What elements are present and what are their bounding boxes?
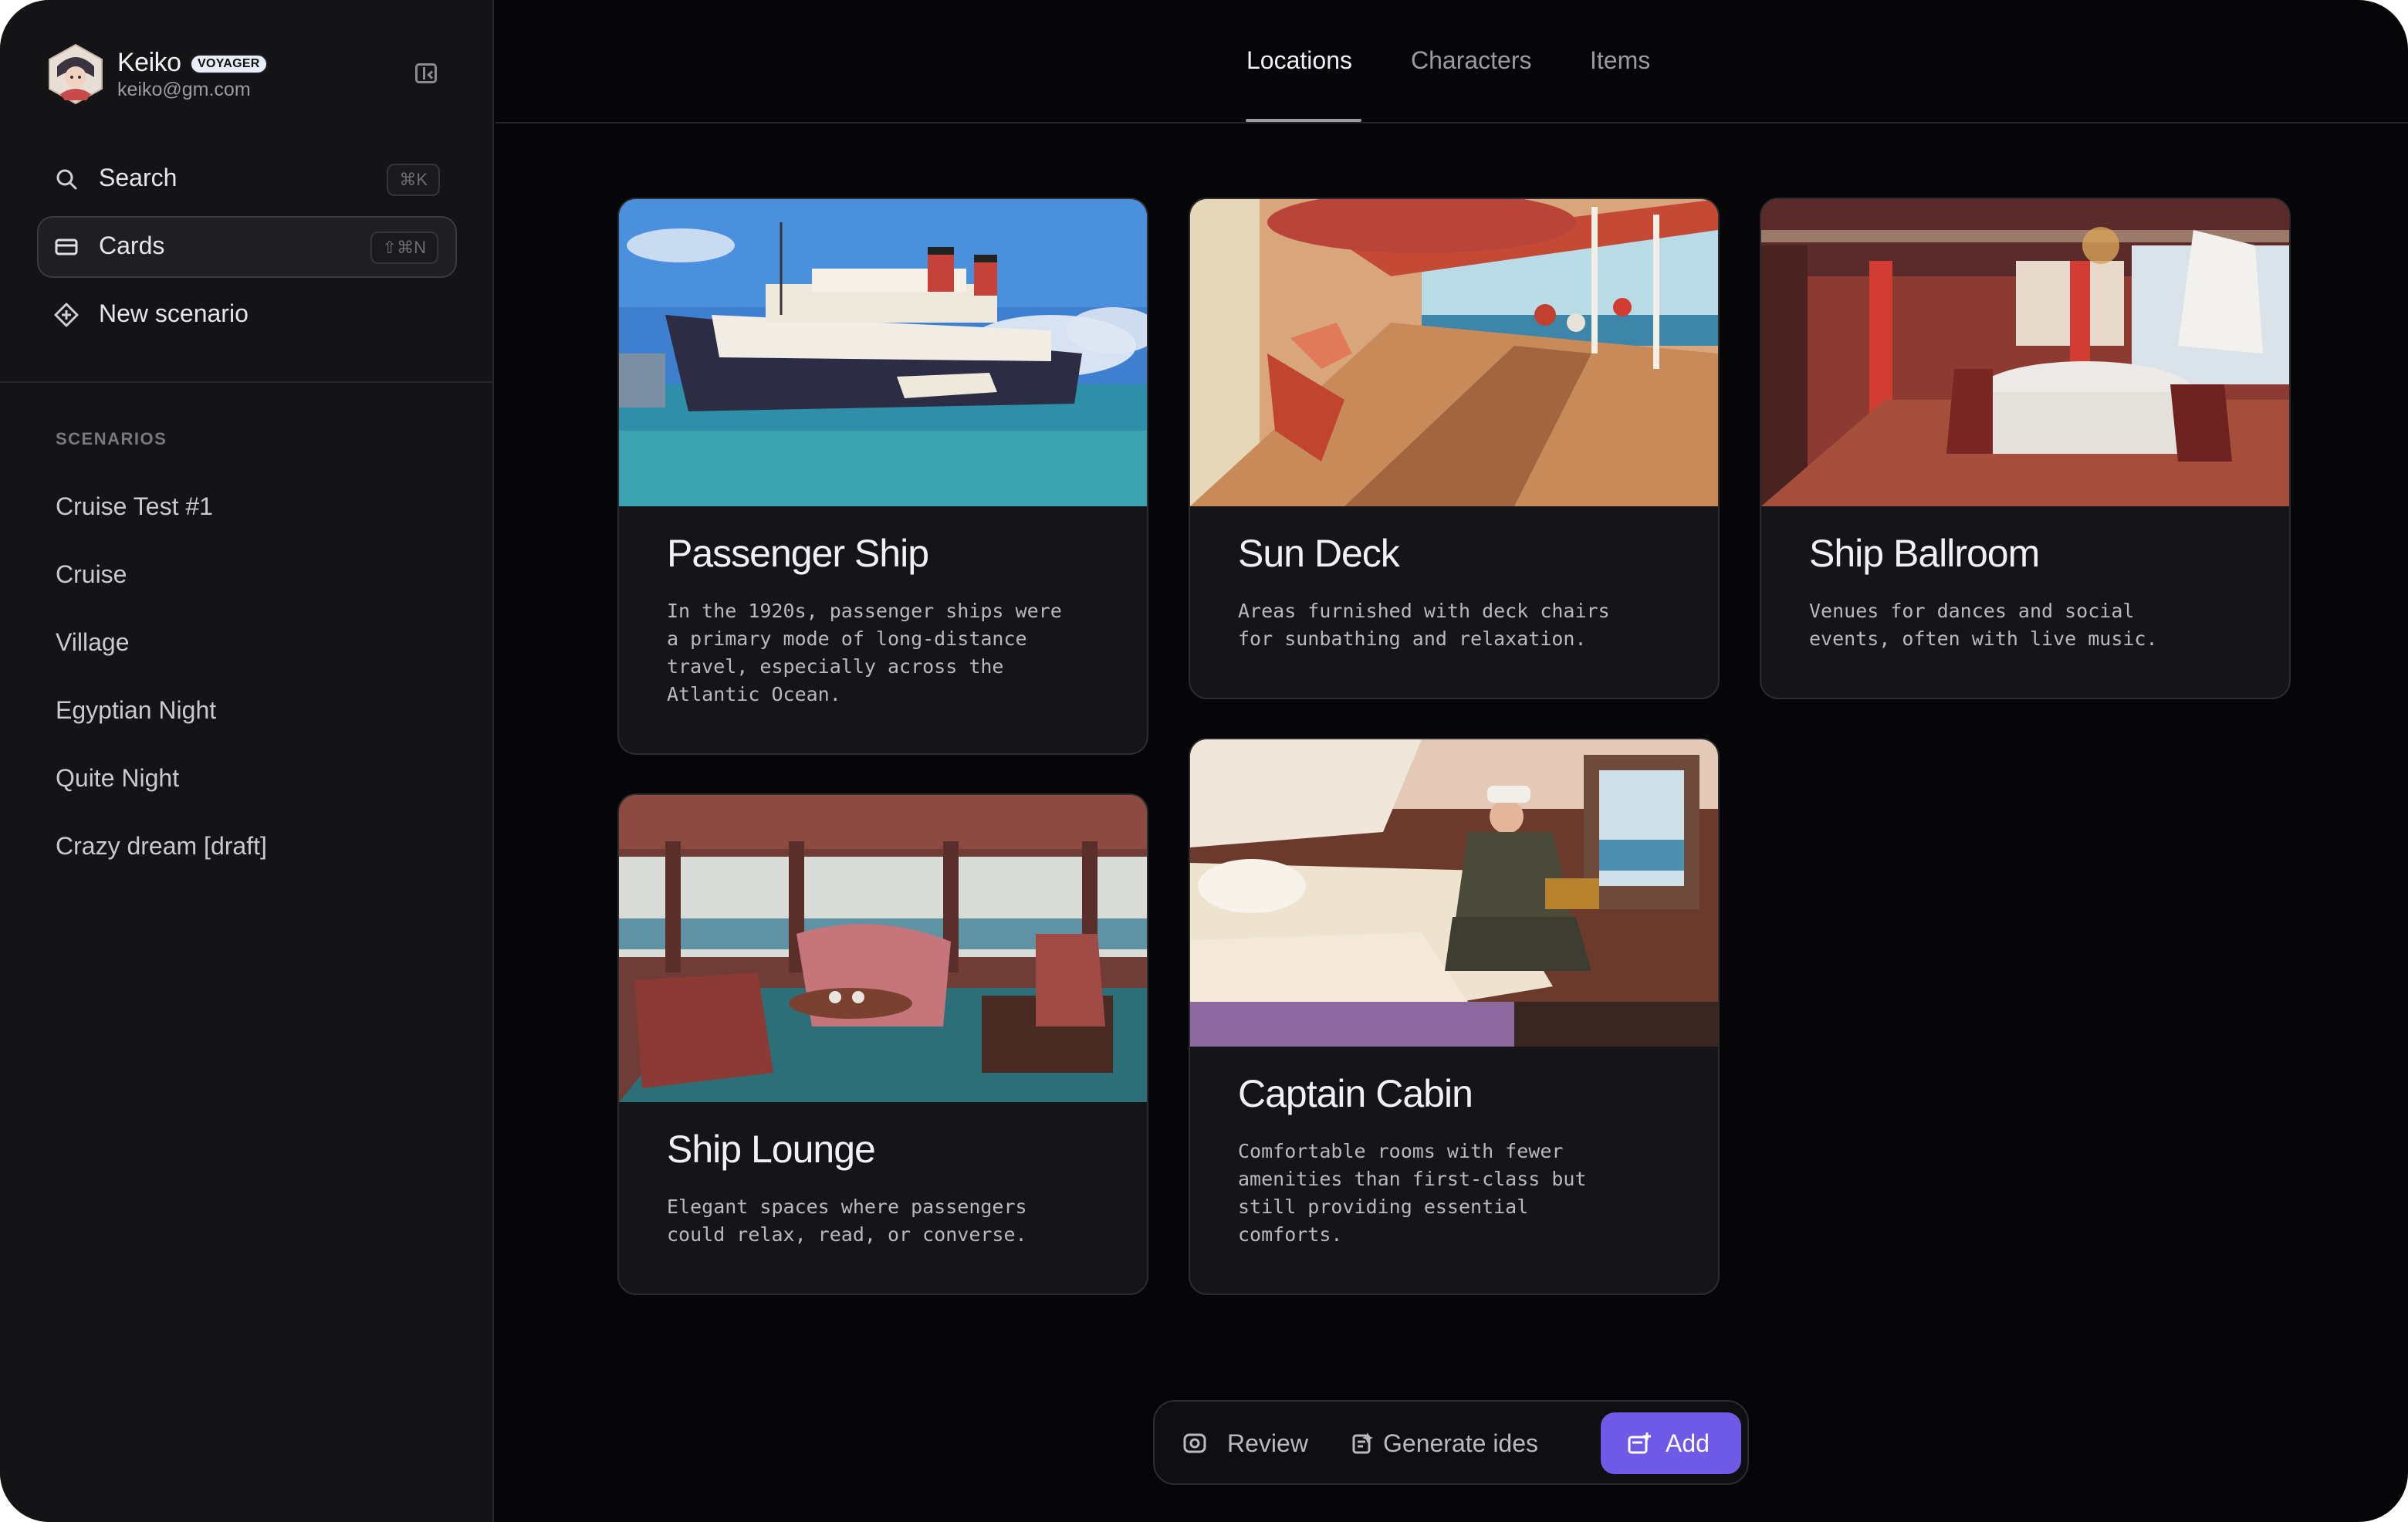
card-image [1761,199,2289,506]
generate-icon [1352,1432,1373,1454]
location-card[interactable]: Sun Deck Areas furnished with deck chair… [1189,198,1720,699]
card-title: Ship Lounge [667,1128,876,1171]
plan-badge: VOYAGER [190,54,268,74]
top-tab-bar: Locations Characters Items [495,0,2408,123]
location-card[interactable]: Captain Cabin Comfortable rooms with few… [1189,738,1720,1295]
sidebar-divider [0,381,494,383]
scenario-item[interactable]: Village [56,628,129,657]
diamond-plus-icon [54,303,79,327]
card-description: Elegant spaces where passengers could re… [667,1196,1027,1246]
bottom-action-toolbar: Review Generate ides Add [1153,1400,1749,1485]
shortcut-hint: ⌘K [387,164,440,196]
card-icon [55,238,78,255]
card-image [619,199,1147,506]
nav-new-scenario[interactable]: New scenario [37,284,457,346]
card-image [1190,739,1718,1047]
tab-locations[interactable]: Locations [1246,46,1352,75]
card-description: Areas furnished with deck chairs for sun… [1238,600,1610,650]
tab-items[interactable]: Items [1590,46,1650,75]
scenario-item[interactable]: Cruise Test #1 [56,492,213,521]
card-title: Ship Ballroom [1809,532,2040,575]
review-button[interactable]: Review [1172,1412,1323,1474]
nav-label: Cards [99,232,165,259]
card-description: In the 1920s, passenger ships were a pri… [667,600,1062,705]
scenarios-heading: SCENARIOS [56,429,167,448]
search-icon [56,169,77,190]
nav-search[interactable]: Search ⌘K [37,148,457,210]
add-button[interactable]: Add [1601,1412,1741,1474]
scenario-item[interactable]: Cruise [56,560,127,589]
card-description: Venues for dances and social events, oft… [1809,600,2158,650]
tab-characters[interactable]: Characters [1411,46,1532,75]
scenario-item[interactable]: Egyptian Night [56,696,216,725]
sidebar: Keiko VOYAGER keiko@gm.com Search ⌘K Car… [0,0,494,1522]
location-card[interactable]: Ship Lounge Elegant spaces where passeng… [617,793,1148,1295]
review-label: Review [1227,1429,1308,1457]
card-title: Captain Cabin [1238,1072,1473,1115]
scenario-item[interactable]: Quite Night [56,764,179,793]
profile-email: keiko@gm.com [117,79,251,100]
card-title: Passenger Ship [667,532,929,575]
avatar [49,43,103,105]
active-tab-indicator [1246,119,1361,122]
app-window: Keiko VOYAGER keiko@gm.com Search ⌘K Car… [0,0,2408,1522]
location-card[interactable]: Passenger Ship In the 1920s, passenger s… [617,198,1148,755]
card-description: Comfortable rooms with fewer amenities t… [1238,1140,1587,1246]
location-card[interactable]: Ship Ballroom Venues for dances and soci… [1760,198,2291,699]
generate-ideas-button[interactable]: Generate ides [1340,1412,1571,1474]
add-card-icon [1628,1432,1651,1454]
scenario-item[interactable]: Crazy dream [draft] [56,832,267,861]
nav-label: New scenario [99,299,249,327]
card-image [1190,199,1718,506]
nav-cards[interactable]: Cards ⇧⌘N [37,216,457,278]
shortcut-hint: ⇧⌘N [370,232,438,264]
card-image [619,795,1147,1102]
user-profile[interactable]: Keiko VOYAGER keiko@gm.com [46,43,448,105]
card-title: Sun Deck [1238,532,1400,575]
nav-label: Search [99,164,178,191]
profile-name: Keiko [117,48,181,77]
review-icon [1183,1433,1206,1453]
add-label: Add [1666,1429,1710,1457]
collapse-sidebar-icon[interactable] [415,63,437,83]
generate-label: Generate ides [1383,1429,1539,1457]
